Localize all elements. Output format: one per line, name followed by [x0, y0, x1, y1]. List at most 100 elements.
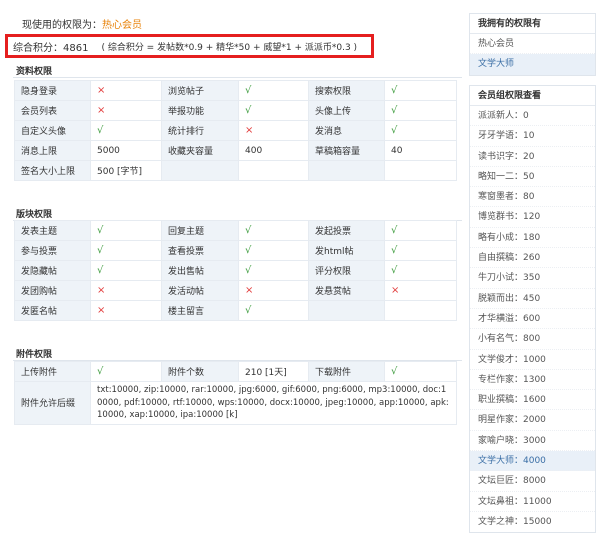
- table-row: 上传附件 √ 附件个数 210 [1天] 下载附件 √: [14, 361, 457, 382]
- table-row: 发表主题 √ 回复主题 √ 发起投票 √: [14, 220, 457, 241]
- permission-label: 发消息: [308, 120, 385, 141]
- group-list-item[interactable]: 略有小成：180: [470, 228, 595, 249]
- section-title-forum: 版块权限: [16, 210, 53, 220]
- group-list-item[interactable]: 读书识字：20: [470, 147, 595, 167]
- permission-label: 查看投票: [161, 240, 239, 261]
- current-group-link[interactable]: 热心会员: [102, 20, 142, 31]
- check-icon: √: [245, 105, 252, 116]
- permission-value: ×: [90, 280, 162, 301]
- check-icon: √: [97, 265, 104, 276]
- group-list-item[interactable]: 明星作家：2000: [470, 410, 595, 431]
- permission-label: 发活动帖: [161, 280, 239, 301]
- check-icon: √: [391, 225, 398, 236]
- permission-value: √: [90, 361, 162, 382]
- check-icon: √: [97, 245, 104, 256]
- permission-value: √: [384, 120, 457, 141]
- section-divider: [13, 77, 462, 78]
- permission-value: √: [90, 240, 162, 261]
- permission-value: √: [384, 80, 457, 101]
- cross-icon: ×: [97, 305, 106, 316]
- permission-value: √: [238, 300, 309, 321]
- group-permissions-panel: 会员组权限查看 派派新人：0 牙牙学语：10 读书识字：20 略知一二：50 寒窗墨者：…: [469, 85, 596, 534]
- group-list-item[interactable]: 牛刀小试：350: [470, 268, 595, 289]
- permission-label: 发团购帖: [14, 280, 91, 301]
- permission-value: √: [384, 220, 457, 241]
- permission-label: 发匿名帖: [14, 300, 91, 321]
- check-icon: √: [245, 245, 252, 256]
- check-icon: √: [97, 125, 104, 136]
- current-permission: 现使用的权限为：热心会员: [22, 16, 142, 31]
- empty-cell: [238, 160, 309, 181]
- permission-label: 发出售帖: [161, 260, 239, 281]
- group-list-item[interactable]: 脱颖而出：450: [470, 289, 595, 309]
- empty-cell: [308, 300, 385, 321]
- permission-label: 发悬赏帖: [308, 280, 385, 301]
- cross-icon: ×: [97, 285, 106, 296]
- group-list-item[interactable]: 家喻户晓：3000: [470, 431, 595, 452]
- check-icon: √: [245, 85, 252, 96]
- table-row: 消息上限 5000 收藏夹容量 400 草稿箱容量 40: [14, 140, 457, 161]
- permission-value: √: [90, 260, 162, 281]
- permission-value: 500 [字节]: [90, 160, 162, 181]
- group-list-item[interactable]: 自由撰稿：260: [470, 248, 595, 269]
- permission-value: √: [90, 220, 162, 241]
- permission-value: 40: [384, 140, 457, 161]
- group-list-item[interactable]: 文学之神：15000: [470, 512, 595, 532]
- check-icon: √: [391, 366, 398, 377]
- permission-label: 发隐藏帖: [14, 260, 91, 281]
- check-icon: √: [97, 225, 104, 236]
- check-icon: √: [391, 125, 398, 136]
- check-icon: √: [97, 366, 104, 377]
- check-icon: √: [245, 225, 252, 236]
- permission-value: 400: [238, 140, 309, 161]
- permission-label: 上传附件: [14, 361, 91, 382]
- group-list-item[interactable]: 专栏作家：1300: [470, 370, 595, 391]
- permission-label: 发html帖: [308, 240, 385, 261]
- permission-label: 楼主留言: [161, 300, 239, 321]
- empty-cell: [308, 160, 385, 181]
- group-list-item[interactable]: 才华横溢：600: [470, 309, 595, 330]
- group-list-item[interactable]: 派派新人：0: [470, 106, 595, 127]
- owned-permissions-panel: 我拥有的权限有 热心会员 文学大师: [469, 13, 596, 76]
- permission-label: 回复主题: [161, 220, 239, 241]
- owned-permissions-title: 我拥有的权限有: [470, 14, 595, 34]
- empty-cell: [384, 160, 457, 181]
- group-list-item[interactable]: 文坛巨匠：8000: [470, 471, 595, 492]
- owned-group-item[interactable]: 文学大师: [470, 54, 595, 75]
- owned-group-item[interactable]: 热心会员: [470, 34, 595, 55]
- table-row: 发匿名帖 × 楼主留言 √: [14, 300, 457, 321]
- permission-label: 头像上传: [308, 100, 385, 121]
- score-value: 综合积分：4861: [13, 42, 89, 54]
- group-list-item[interactable]: 小有名气：800: [470, 329, 595, 350]
- permission-label: 签名大小上限: [14, 160, 91, 181]
- current-permission-label: 现使用的权限为：: [22, 20, 102, 31]
- group-list-item[interactable]: 博览群书：120: [470, 207, 595, 228]
- group-list-item[interactable]: 文学大师：4000: [470, 451, 595, 472]
- attachment-permissions-table: 上传附件 √ 附件个数 210 [1天] 下载附件 √ 附件允许后缀 txt:10000, z…: [14, 361, 457, 425]
- cross-icon: ×: [97, 85, 106, 96]
- group-list-item[interactable]: 文学俊才：1000: [470, 350, 595, 370]
- score-highlight-box: 综合积分：4861 ( 综合积分 = 发帖数*0.9 + 精华*50 + 威望*…: [5, 34, 374, 58]
- permission-label: 发表主题: [14, 220, 91, 241]
- cross-icon: ×: [245, 285, 254, 296]
- group-list-item[interactable]: 文坛鼻祖：11000: [470, 492, 595, 512]
- table-row: 签名大小上限 500 [字节]: [14, 160, 457, 181]
- permission-value: ×: [238, 120, 309, 141]
- check-icon: √: [245, 265, 252, 276]
- permission-value: √: [238, 220, 309, 241]
- permission-label: 举报功能: [161, 100, 239, 121]
- table-row: 会员列表 × 举报功能 √ 头像上传 √: [14, 100, 457, 121]
- permission-value: ×: [384, 280, 457, 301]
- group-list-item[interactable]: 牙牙学语：10: [470, 126, 595, 147]
- cross-icon: ×: [97, 105, 106, 116]
- permission-value: ×: [90, 100, 162, 121]
- permission-value: √: [238, 260, 309, 281]
- permission-label: 自定义头像: [14, 120, 91, 141]
- group-list-item[interactable]: 略知一二：50: [470, 167, 595, 188]
- permission-label: 参与投票: [14, 240, 91, 261]
- group-list-item[interactable]: 寒窗墨者：80: [470, 187, 595, 208]
- group-list-item[interactable]: 职业撰稿：1600: [470, 390, 595, 411]
- cross-icon: ×: [245, 125, 254, 136]
- table-row: 参与投票 √ 查看投票 √ 发html帖 √: [14, 240, 457, 261]
- check-icon: √: [391, 265, 398, 276]
